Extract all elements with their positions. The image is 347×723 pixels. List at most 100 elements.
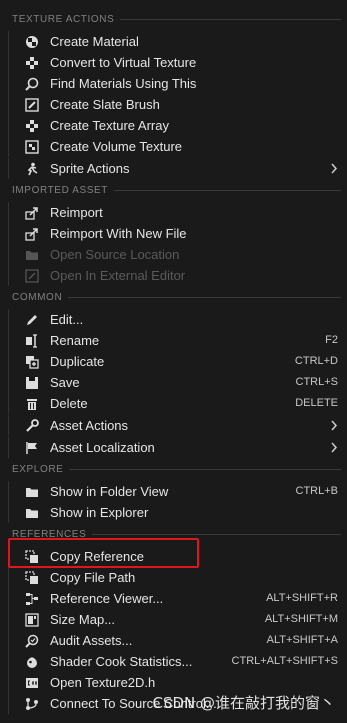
reimport-icon [25, 206, 39, 220]
section-imported-asset: IMPORTED ASSET [0, 182, 347, 198]
menu-item-open-external-editor[interactable]: Open In External Editor [0, 265, 347, 286]
pencil-icon [25, 313, 39, 327]
menu-item-label: Duplicate [50, 354, 105, 369]
menu-item-open-source-location[interactable]: Open Source Location [0, 244, 347, 265]
shortcut-label: F2 [325, 334, 338, 346]
menu-item-label: Reimport [50, 205, 103, 220]
copy-icon [25, 571, 39, 585]
menu-item-label: Find Materials Using This [50, 76, 197, 91]
section-label: IMPORTED ASSET [12, 184, 109, 196]
menu-item-delete[interactable]: Delete DELETE [0, 393, 347, 414]
menu-item-label: Create Material [50, 34, 139, 49]
menu-item-label: Save [50, 375, 80, 390]
menu-item-label: Create Slate Brush [50, 97, 160, 112]
menu-item-label: Shader Cook Statistics... [50, 654, 193, 669]
menu-item-label: Open Source Location [50, 247, 180, 262]
menu-item-reimport[interactable]: Reimport [0, 202, 347, 223]
menu-item-label: Show in Explorer [50, 505, 149, 520]
folder-view-icon [25, 485, 39, 499]
menu-item-open-texture2d-header[interactable]: Open Texture2D.h [0, 672, 347, 693]
shortcut-label: CTRL+ALT+SHIFT+S [231, 655, 338, 667]
cpp-file-icon [25, 676, 39, 690]
menu-item-create-slate-brush[interactable]: Create Slate Brush [0, 94, 347, 115]
chevron-right-icon [331, 420, 338, 431]
save-icon [25, 376, 39, 390]
flag-icon [25, 441, 39, 455]
section-texture-actions: TEXTURE ACTIONS [0, 11, 347, 27]
menu-item-shader-cook-statistics[interactable]: Shader Cook Statistics... CTRL+ALT+SHIFT… [0, 651, 347, 672]
shortcut-label: CTRL+S [295, 376, 339, 388]
chevron-right-icon [331, 163, 338, 174]
menu-item-duplicate[interactable]: Duplicate CTRL+D [0, 351, 347, 372]
menu-item-show-folder-view[interactable]: Show in Folder View CTRL+B [0, 481, 347, 502]
menu-item-label: Create Volume Texture [50, 139, 182, 154]
menu-item-label: Audit Assets... [50, 633, 133, 648]
folder-icon [25, 248, 39, 262]
menu-item-save[interactable]: Save CTRL+S [0, 372, 347, 393]
chevron-right-icon [331, 442, 338, 453]
menu-item-asset-actions[interactable]: Asset Actions [0, 415, 347, 436]
menu-item-reimport-new-file[interactable]: Reimport With New File [0, 223, 347, 244]
watermark: CSDN @谁在敲打我的窗丶 [152, 694, 335, 712]
menu-item-audit-assets[interactable]: Audit Assets... ALT+SHIFT+A [0, 630, 347, 651]
graph-icon [25, 592, 39, 606]
menu-item-reference-viewer[interactable]: Reference Viewer... ALT+SHIFT+R [0, 588, 347, 609]
shader-icon [25, 655, 39, 669]
section-label: COMMON [12, 291, 63, 303]
material-sphere-icon [25, 35, 39, 49]
folder-icon [25, 506, 39, 520]
shortcut-label: DELETE [295, 397, 338, 409]
menu-item-label: Reference Viewer... [50, 591, 164, 606]
wrench-icon [25, 419, 39, 433]
checker-icon [25, 119, 39, 133]
external-icon [25, 269, 39, 283]
menu-item-label: Show in Folder View [50, 484, 169, 499]
menu-item-label: Asset Actions [50, 418, 129, 433]
menu-item-label: Create Texture Array [50, 118, 169, 133]
menu-item-label: Copy File Path [50, 570, 136, 585]
brush-icon [25, 98, 39, 112]
source-control-icon [25, 697, 39, 711]
menu-item-rename[interactable]: Rename F2 [0, 330, 347, 351]
menu-item-label: Size Map... [50, 612, 116, 627]
shortcut-label: ALT+SHIFT+R [266, 592, 338, 604]
menu-item-label: Reimport With New File [50, 226, 187, 241]
context-menu: TEXTURE ACTIONS Create Material Convert … [0, 0, 347, 723]
section-label: TEXTURE ACTIONS [12, 13, 115, 25]
duplicate-icon [25, 355, 39, 369]
section-label: EXPLORE [12, 463, 64, 475]
sizemap-icon [25, 613, 39, 627]
menu-item-create-texture-array[interactable]: Create Texture Array [0, 115, 347, 136]
checker-icon [25, 56, 39, 70]
rename-icon [25, 334, 39, 348]
menu-item-asset-localization[interactable]: Asset Localization [0, 437, 347, 458]
menu-item-size-map[interactable]: Size Map... ALT+SHIFT+M [0, 609, 347, 630]
menu-item-label: Rename [50, 333, 100, 348]
menu-item-find-materials[interactable]: Find Materials Using This [0, 73, 347, 94]
trash-icon [25, 397, 39, 411]
sprite-icon [25, 162, 39, 176]
menu-item-label: Convert to Virtual Texture [50, 55, 197, 70]
section-explore: EXPLORE [0, 461, 347, 477]
menu-item-create-material[interactable]: Create Material [0, 31, 347, 52]
menu-item-label: Sprite Actions [50, 161, 130, 176]
volume-icon [25, 140, 39, 154]
menu-item-create-volume-texture[interactable]: Create Volume Texture [0, 136, 347, 157]
menu-item-copy-file-path[interactable]: Copy File Path [0, 567, 347, 588]
menu-item-label: Open In External Editor [50, 268, 186, 283]
reimport-icon [25, 227, 39, 241]
menu-item-edit[interactable]: Edit... [0, 309, 347, 330]
menu-item-label: Open Texture2D.h [50, 675, 156, 690]
menu-item-label: Delete [50, 396, 88, 411]
shortcut-label: CTRL+B [295, 485, 339, 497]
audit-icon [25, 634, 39, 648]
menu-item-sprite-actions[interactable]: Sprite Actions [0, 158, 347, 179]
menu-item-label: Edit... [50, 312, 84, 327]
highlight-box [8, 538, 199, 568]
menu-item-show-in-explorer[interactable]: Show in Explorer [0, 502, 347, 523]
menu-item-convert-virtual-texture[interactable]: Convert to Virtual Texture [0, 52, 347, 73]
menu-item-label: Asset Localization [50, 440, 155, 455]
shortcut-label: ALT+SHIFT+A [266, 634, 338, 646]
search-icon [25, 77, 39, 91]
section-common: COMMON [0, 289, 347, 305]
